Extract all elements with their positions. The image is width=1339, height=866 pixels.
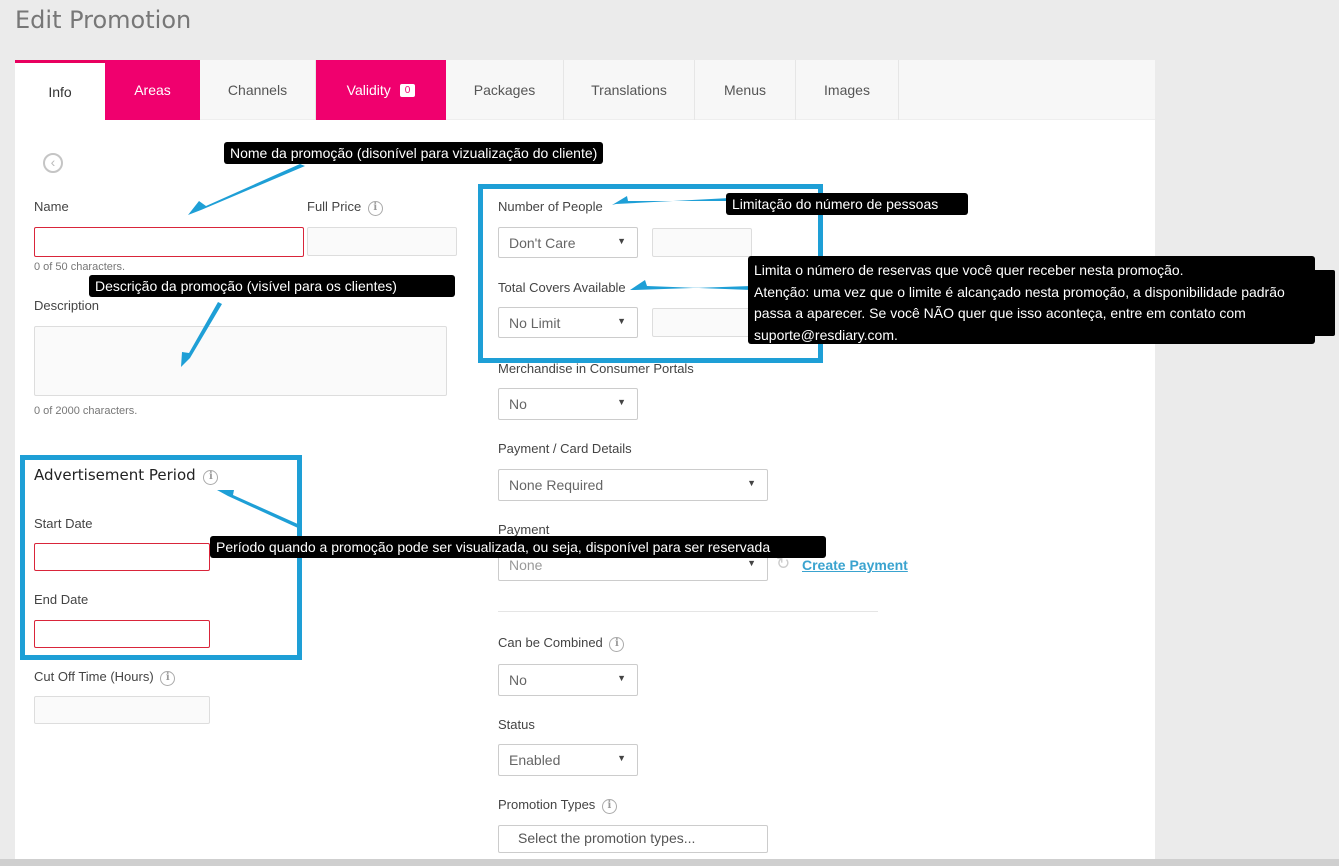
bottom-bar: [0, 859, 1339, 866]
people-arrow: [612, 196, 730, 205]
callout-covers-line2: Atenção: uma vez que o limite é alcançad…: [754, 283, 1285, 343]
name-arrow: [188, 164, 305, 215]
callout-people: Limitação do número de pessoas: [726, 193, 968, 215]
callout-covers: Limita o número de reservas que você que…: [748, 256, 1315, 344]
callout-name: Nome da promoção (disonível para vizuali…: [224, 142, 604, 164]
callout-covers-line1: Limita o número de reservas que você que…: [754, 262, 1184, 278]
covers-arrow: [630, 280, 751, 290]
callout-description: Descrição da promoção (visível para os c…: [89, 275, 455, 297]
callout-edge: [1313, 270, 1335, 336]
callout-period: Período quando a promoção pode ser visua…: [210, 536, 826, 558]
annotation-arrows: [181, 164, 751, 528]
period-arrow: [217, 490, 300, 528]
description-arrow: [181, 302, 222, 367]
